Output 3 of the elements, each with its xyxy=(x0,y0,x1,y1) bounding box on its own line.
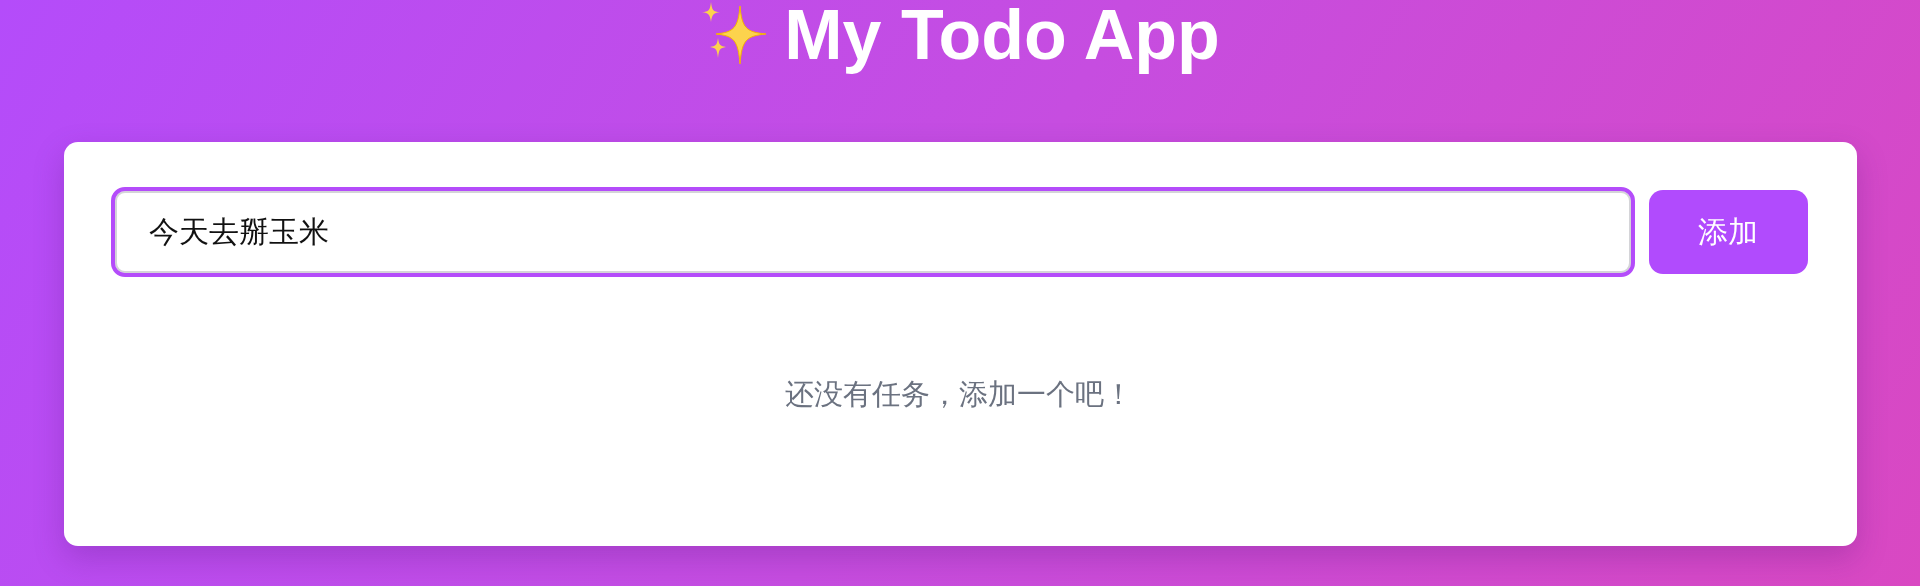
todo-input-field[interactable]: 今天去掰玉米 xyxy=(110,187,1635,277)
empty-message: 还没有任务，添加一个吧！ xyxy=(785,376,1133,413)
add-button[interactable]: 添加 xyxy=(1648,190,1808,274)
